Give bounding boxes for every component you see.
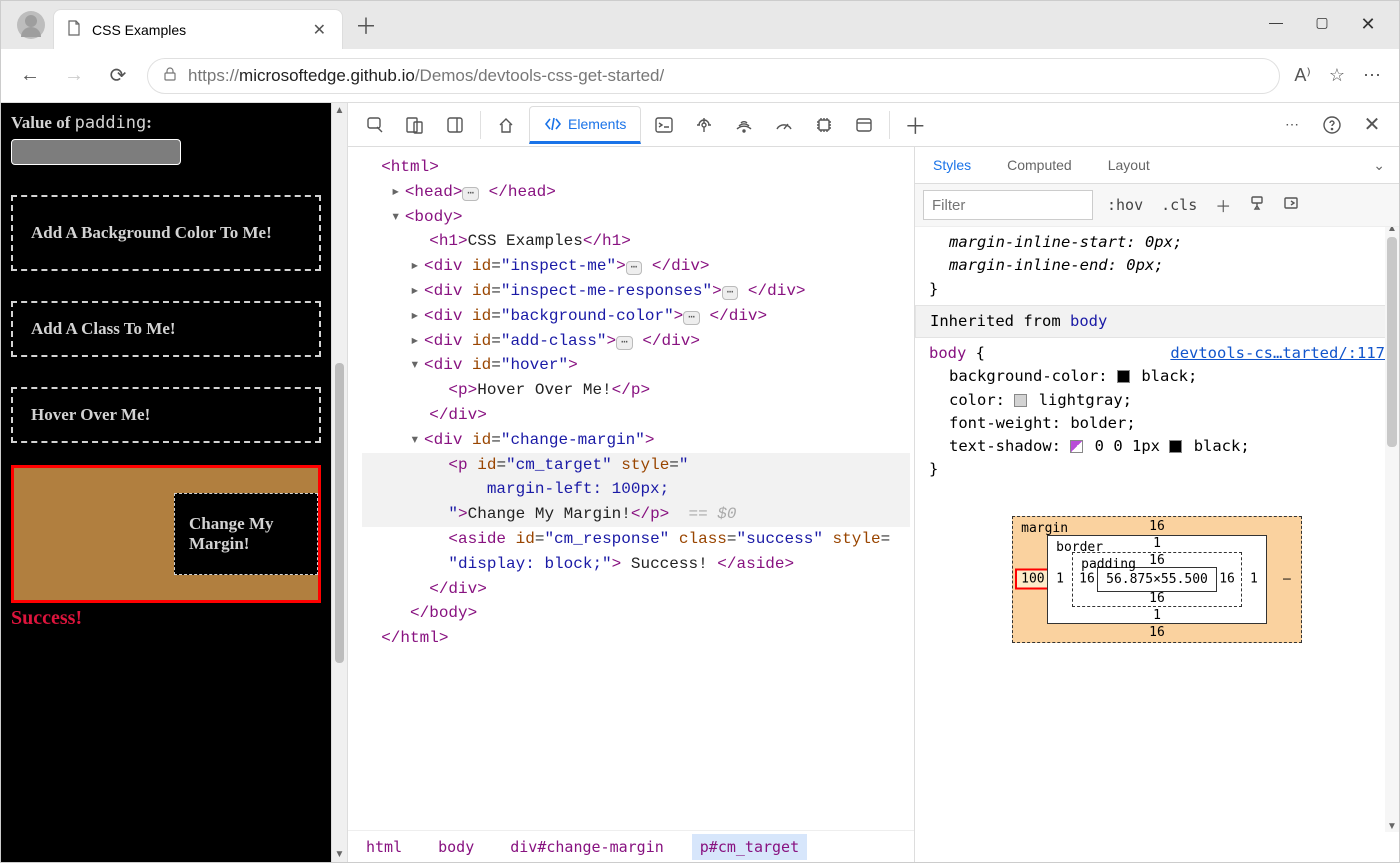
- tab-title: CSS Examples: [92, 22, 186, 38]
- maximize-icon[interactable]: ▢: [1313, 14, 1331, 35]
- change-margin-box[interactable]: Change My Margin!: [174, 493, 318, 575]
- welcome-icon[interactable]: [489, 108, 523, 142]
- paint-icon[interactable]: [1245, 195, 1269, 216]
- filter-input[interactable]: [923, 190, 1093, 220]
- close-tab-icon[interactable]: ✕: [309, 16, 330, 44]
- inspect-icon[interactable]: [358, 108, 392, 142]
- crumb-body[interactable]: body: [430, 834, 482, 860]
- sources-icon[interactable]: [687, 108, 721, 142]
- page-icon: [66, 20, 82, 39]
- scrollbar-thumb[interactable]: [1387, 237, 1397, 447]
- shadow-swatch-icon[interactable]: [1070, 440, 1083, 453]
- back-icon[interactable]: ←: [15, 61, 45, 91]
- performance-icon[interactable]: [767, 108, 801, 142]
- address-bar: ← → ⟳ https://microsoftedge.github.io/De…: [1, 49, 1399, 103]
- memory-icon[interactable]: [807, 108, 841, 142]
- device-toggle-icon[interactable]: [398, 108, 432, 142]
- add-tab-icon[interactable]: ＋: [898, 108, 932, 142]
- dock-icon[interactable]: [438, 108, 472, 142]
- color-swatch-icon[interactable]: [1169, 440, 1182, 453]
- application-icon[interactable]: [847, 108, 881, 142]
- refresh-icon[interactable]: ⟳: [103, 61, 133, 91]
- new-style-icon[interactable]: ＋: [1211, 193, 1235, 217]
- addclass-box[interactable]: Add A Class To Me!: [11, 301, 321, 357]
- titlebar: CSS Examples ✕ ＋ — ▢ ✕: [1, 1, 1399, 49]
- toggle-pane-icon[interactable]: [1279, 195, 1303, 216]
- tab-layout[interactable]: Layout: [1090, 147, 1168, 183]
- padding-input[interactable]: [11, 139, 181, 165]
- more-icon[interactable]: ⋯: [1363, 65, 1381, 86]
- lock-icon: [162, 66, 178, 85]
- crumb-div[interactable]: div#change-margin: [502, 834, 672, 860]
- devtools-close-icon[interactable]: ✕: [1355, 108, 1389, 142]
- chevron-down-icon[interactable]: ⌄: [1359, 157, 1399, 174]
- console-icon[interactable]: [647, 108, 681, 142]
- devtools-more-icon[interactable]: ⋯: [1275, 108, 1309, 142]
- browser-window: CSS Examples ✕ ＋ — ▢ ✕ ← → ⟳ https://mic…: [0, 0, 1400, 863]
- profile-avatar[interactable]: [17, 11, 45, 39]
- tab-computed[interactable]: Computed: [989, 147, 1090, 183]
- styles-tabs: Styles Computed Layout ⌄: [915, 147, 1399, 184]
- page-preview: Value of padding: Add A Background Color…: [1, 103, 331, 862]
- dom-tree[interactable]: <html> ▸<head>⋯ </head> ▾<body> <h1>CSS …: [348, 147, 914, 830]
- help-icon[interactable]: [1315, 108, 1349, 142]
- box-model[interactable]: margin 16 16 – 100 border 1 1 1: [915, 486, 1399, 643]
- devtools-toolbar: Elements ＋ ⋯ ✕: [348, 103, 1399, 147]
- page-scrollbar[interactable]: ▲▼: [331, 103, 347, 862]
- close-window-icon[interactable]: ✕: [1359, 14, 1377, 35]
- bgcolor-box[interactable]: Add A Background Color To Me!: [11, 195, 321, 271]
- color-swatch-icon[interactable]: [1117, 370, 1130, 383]
- color-swatch-icon[interactable]: [1014, 394, 1027, 407]
- success-text: Success!: [11, 607, 321, 630]
- change-margin-highlight: Change My Margin!: [11, 465, 321, 603]
- breadcrumbs[interactable]: html body div#change-margin p#cm_target: [348, 830, 914, 862]
- forward-icon: →: [59, 61, 89, 91]
- new-tab-button[interactable]: ＋: [343, 9, 389, 49]
- crumb-html[interactable]: html: [358, 834, 410, 860]
- padding-label: Value of padding:: [11, 113, 321, 133]
- url-box[interactable]: https://microsoftedge.github.io/Demos/de…: [147, 58, 1280, 94]
- style-rules[interactable]: margin-inline-start: 0px; margin-inline-…: [915, 227, 1399, 486]
- scrollbar-thumb[interactable]: [335, 363, 344, 663]
- tab-elements[interactable]: Elements: [529, 106, 641, 144]
- network-icon[interactable]: [727, 108, 761, 142]
- url-text: https://microsoftedge.github.io/Demos/de…: [188, 66, 664, 86]
- window-controls: — ▢ ✕: [1267, 14, 1391, 49]
- source-link[interactable]: devtools-cs…tarted/:117: [1170, 342, 1385, 365]
- styles-scrollbar[interactable]: ▲▼: [1385, 227, 1399, 832]
- crumb-p[interactable]: p#cm_target: [692, 834, 807, 860]
- browser-tab[interactable]: CSS Examples ✕: [53, 9, 343, 49]
- minimize-icon[interactable]: —: [1267, 14, 1285, 35]
- read-aloud-icon[interactable]: A⁾: [1294, 65, 1310, 86]
- favorite-icon[interactable]: ☆: [1329, 65, 1345, 86]
- devtools: Elements ＋ ⋯ ✕ <html> ▸<head>⋯ </head: [347, 103, 1399, 862]
- hov-button[interactable]: :hov: [1103, 192, 1147, 218]
- hover-box[interactable]: Hover Over Me!: [11, 387, 321, 443]
- styles-toolbar: :hov .cls ＋: [915, 184, 1399, 227]
- cls-button[interactable]: .cls: [1157, 192, 1201, 218]
- margin-left-highlight[interactable]: 100: [1015, 569, 1050, 590]
- styles-pane: Styles Computed Layout ⌄ :hov .cls ＋: [914, 147, 1399, 862]
- tab-styles[interactable]: Styles: [915, 147, 989, 183]
